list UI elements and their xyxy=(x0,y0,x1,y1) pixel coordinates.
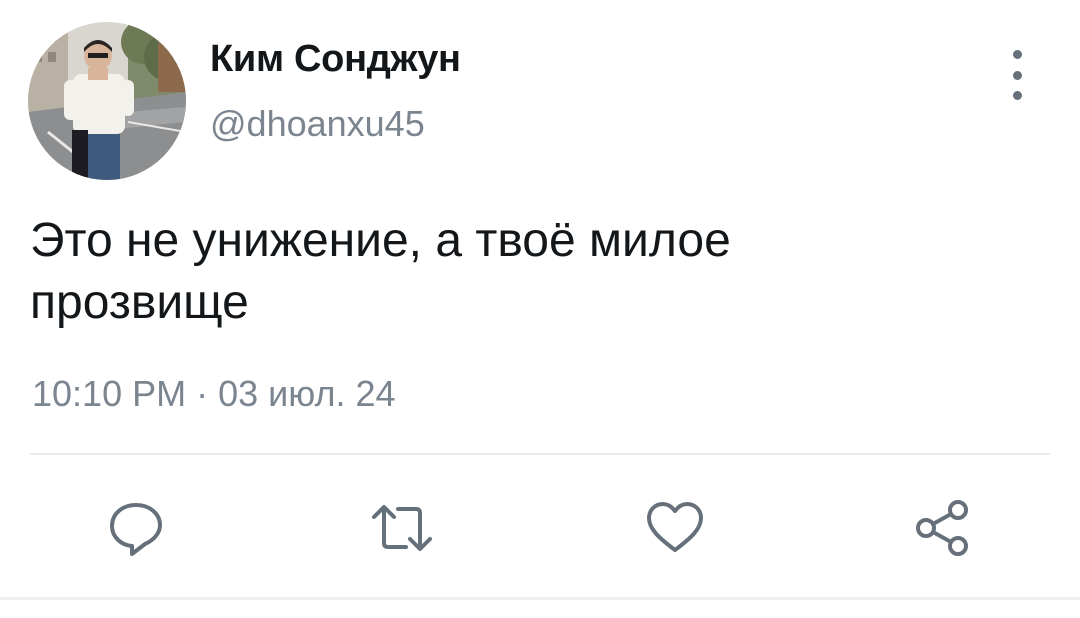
more-vertical-icon-dot xyxy=(1012,91,1022,100)
tweet-card: Ким Сонджун @dhoanxu45 Это не унижение, … xyxy=(0,0,1080,618)
tweet-text: Это не унижение, а твоё милое прозвище xyxy=(30,214,731,329)
retweet-icon xyxy=(372,505,432,551)
share-button[interactable] xyxy=(910,496,974,560)
reply-icon xyxy=(110,503,162,556)
reply-button[interactable] xyxy=(104,496,168,560)
divider xyxy=(30,453,1050,455)
more-vertical-icon-dot xyxy=(1012,70,1022,80)
tweet-timestamp[interactable]: 10:10 PM · 03 июл. 24 xyxy=(32,373,396,415)
more-options-button[interactable] xyxy=(1000,50,1034,100)
bottom-divider xyxy=(0,597,1080,600)
avatar[interactable] xyxy=(28,22,186,180)
heart-icon xyxy=(647,502,703,552)
like-button[interactable] xyxy=(643,496,707,560)
retweet-button[interactable] xyxy=(370,496,434,560)
more-vertical-icon xyxy=(1012,50,1022,59)
author-handle[interactable]: @dhoanxu45 xyxy=(210,103,425,145)
avatar-photo xyxy=(28,22,186,180)
author-name[interactable]: Ким Сонджун xyxy=(210,38,461,81)
share-icon xyxy=(916,500,968,556)
